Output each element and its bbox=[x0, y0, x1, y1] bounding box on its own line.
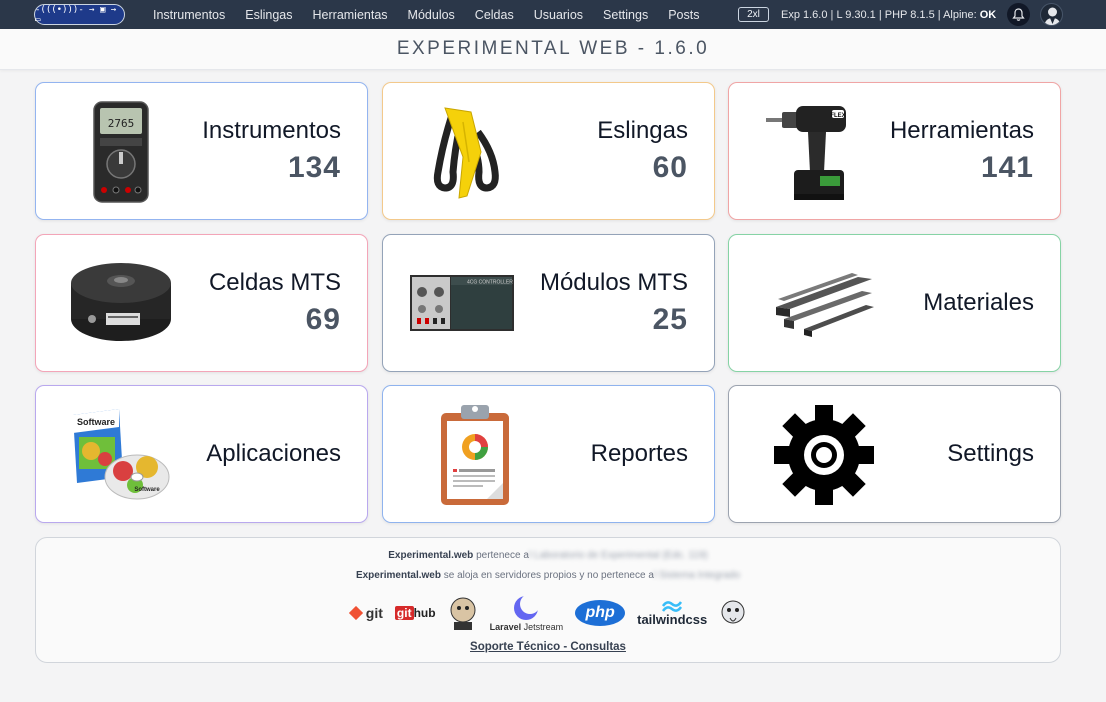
load-cell-icon bbox=[66, 249, 176, 359]
card-count: 25 bbox=[652, 303, 688, 336]
card-count: 134 bbox=[287, 151, 341, 184]
footer-ownership-line: Experimental.web pertenece al Laboratori… bbox=[36, 550, 1060, 561]
card-count: 69 bbox=[305, 303, 341, 336]
nav-link-eslingas[interactable]: Eslingas bbox=[245, 8, 292, 22]
laravel-logo[interactable] bbox=[448, 594, 478, 632]
php-elephant-icon bbox=[721, 600, 745, 624]
jetstream-logo[interactable]: Laravel Jetstream bbox=[489, 594, 564, 632]
nav-link-instrumentos[interactable]: Instrumentos bbox=[153, 8, 225, 22]
card-celdas-mts[interactable]: Celdas MTS 69 bbox=[35, 234, 368, 372]
svg-text:2765: 2765 bbox=[108, 117, 135, 130]
footer-brand: Experimental.web bbox=[355, 570, 441, 581]
support-link[interactable]: Soporte Técnico - Consultas bbox=[36, 641, 1060, 653]
nav-link-herramientas[interactable]: Herramientas bbox=[313, 8, 388, 22]
svg-text:Software: Software bbox=[134, 487, 160, 493]
card-label: Módulos MTS bbox=[539, 269, 688, 296]
gear-icon bbox=[769, 400, 879, 510]
footer-blurred-text: l Laboratorio de Experimental (Edc. 119) bbox=[528, 550, 708, 561]
version-info: Exp 1.6.0 | L 9.30.1 | PHP 8.1.5 | Alpin… bbox=[781, 0, 996, 29]
version-text: Exp 1.6.0 | L 9.30.1 | PHP 8.1.5 | Alpin… bbox=[781, 8, 977, 21]
sling-icon bbox=[413, 97, 523, 207]
git-icon bbox=[348, 606, 363, 620]
php-logo-text: php bbox=[585, 604, 615, 621]
footer: Experimental.web pertenece al Laboratori… bbox=[35, 537, 1061, 663]
tech-logos: git github Laravel Jetstream php tailwi bbox=[36, 594, 1060, 632]
jetstream-icon bbox=[514, 594, 540, 620]
card-aplicaciones[interactable]: Software Software Aplicaciones bbox=[35, 385, 368, 523]
nav-link-celdas[interactable]: Celdas bbox=[475, 8, 514, 22]
alpine-status: OK bbox=[979, 8, 997, 21]
nav-link-posts[interactable]: Posts bbox=[668, 8, 699, 22]
card-label: Instrumentos bbox=[202, 117, 341, 144]
card-herramientas[interactable]: FLEX Herramientas 141 bbox=[728, 82, 1061, 220]
page-header: EXPERIMENTAL WEB - 1.6.0 bbox=[0, 29, 1106, 70]
card-count: 60 bbox=[652, 151, 688, 184]
card-label: Materiales bbox=[923, 289, 1034, 316]
card-reportes[interactable]: Reportes bbox=[382, 385, 715, 523]
nav-link-settings[interactable]: Settings bbox=[603, 8, 648, 22]
footer-hosting-line: Experimental.web se aloja en servidores … bbox=[36, 570, 1060, 581]
tailwind-icon bbox=[662, 600, 683, 612]
software-box-icon: Software Software bbox=[66, 400, 176, 510]
elephant-logo[interactable] bbox=[719, 598, 747, 628]
card-modulos-mts[interactable]: 4CG CONTROLLER Módulos MTS 25 bbox=[382, 234, 715, 372]
user-avatar[interactable] bbox=[1040, 3, 1063, 26]
card-label: Celdas MTS bbox=[208, 269, 341, 296]
footer-text: se aloja en servidores propios y no pert… bbox=[440, 570, 654, 581]
card-label: Aplicaciones bbox=[206, 440, 341, 467]
github-logo-text-b: hub bbox=[413, 606, 436, 620]
module-icon: 4CG CONTROLLER bbox=[407, 249, 517, 359]
footer-text: pertenece a bbox=[473, 550, 529, 561]
multimeter-icon: 2765 bbox=[66, 97, 176, 207]
card-label: Herramientas bbox=[889, 117, 1034, 144]
drill-icon: FLEX bbox=[759, 97, 869, 207]
svg-text:Software: Software bbox=[77, 417, 115, 427]
card-materiales[interactable]: Materiales bbox=[728, 234, 1061, 372]
nav-link-modulos[interactable]: Módulos bbox=[408, 8, 455, 22]
php-logo[interactable]: php bbox=[575, 600, 626, 626]
footer-brand: Experimental.web bbox=[388, 550, 474, 561]
jetstream-label-b: Jetstream bbox=[521, 621, 564, 632]
card-instrumentos[interactable]: 2765 Instrumentos 134 bbox=[35, 82, 368, 220]
top-navbar: -(((•)))- → ▣ → ▭ Instrumentos Eslingas … bbox=[0, 0, 1106, 29]
git-logo[interactable]: git bbox=[348, 605, 383, 621]
svg-text:4CG CONTROLLER: 4CG CONTROLLER bbox=[467, 280, 513, 286]
main-nav: Instrumentos Eslingas Herramientas Módul… bbox=[143, 0, 709, 29]
card-label: Settings bbox=[947, 440, 1034, 467]
breakpoint-badge: 2xl bbox=[738, 7, 769, 22]
svg-text:FLEX: FLEX bbox=[830, 113, 845, 119]
steel-beams-icon bbox=[769, 249, 879, 359]
github-logo-text-a: git bbox=[394, 606, 414, 620]
tailwindcss-logo[interactable]: tailwindcss bbox=[637, 600, 707, 627]
footer-blurred-text: l Sistema Integrado bbox=[653, 570, 741, 581]
nav-link-usuarios[interactable]: Usuarios bbox=[534, 8, 583, 22]
github-logo[interactable]: git hub bbox=[394, 606, 436, 620]
card-count: 141 bbox=[980, 151, 1034, 184]
brand-logo-text: -(((•)))- → ▣ → ▭ bbox=[35, 4, 117, 25]
notifications-button[interactable] bbox=[1007, 3, 1030, 26]
jetstream-label-a: Laravel bbox=[489, 621, 522, 632]
bell-icon bbox=[1012, 7, 1025, 21]
user-avatar-icon bbox=[1044, 7, 1061, 25]
elephant-mascot-icon bbox=[450, 597, 476, 630]
card-eslingas[interactable]: Eslingas 60 bbox=[382, 82, 715, 220]
card-label: Eslingas bbox=[597, 117, 688, 144]
brand-logo[interactable]: -(((•)))- → ▣ → ▭ bbox=[34, 4, 125, 25]
git-logo-text: git bbox=[365, 605, 383, 621]
page-title: EXPERIMENTAL WEB - 1.6.0 bbox=[396, 38, 710, 59]
card-settings[interactable]: Settings bbox=[728, 385, 1061, 523]
card-label: Reportes bbox=[590, 440, 688, 467]
report-clipboard-icon bbox=[427, 400, 523, 510]
tailwind-logo-text: tailwindcss bbox=[637, 611, 708, 627]
